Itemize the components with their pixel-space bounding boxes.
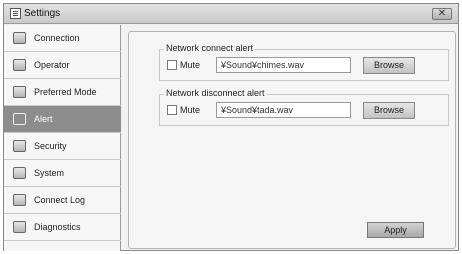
connect-browse-button[interactable]: Browse: [363, 57, 415, 74]
sidebar-item-diagnostics[interactable]: Diagnostics: [4, 214, 121, 241]
sidebar-item-label: Alert: [34, 114, 53, 124]
sidebar-item-operator[interactable]: Operator: [4, 52, 121, 79]
connect-mute-label: Mute: [180, 60, 201, 70]
sidebar-item-label: Diagnostics: [34, 222, 81, 232]
sidebar-item-label: Security: [34, 141, 67, 151]
disconnect-browse-button[interactable]: Browse: [363, 102, 415, 119]
window-icon: [10, 8, 21, 19]
diagnostics-icon: [13, 221, 26, 233]
sidebar-item-label: Preferred Mode: [34, 87, 97, 97]
disconnect-mute-checkbox[interactable]: [167, 105, 177, 115]
sidebar-item-security[interactable]: Security: [4, 133, 121, 160]
disconnect-alert-title: Network disconnect alert: [164, 88, 267, 98]
sidebar-item-label: Connection: [34, 33, 80, 43]
speaker-icon: [13, 113, 26, 125]
sidebar-item-label: Connect Log: [34, 195, 86, 205]
sidebar-item-connect-log[interactable]: Connect Log: [4, 187, 121, 214]
preferred-mode-icon: [13, 86, 26, 98]
connection-icon: [13, 32, 26, 44]
sidebar-item-system[interactable]: System: [4, 160, 121, 187]
connect-alert-title: Network connect alert: [164, 43, 256, 53]
connect-mute-checkbox[interactable]: [167, 60, 177, 70]
sidebar-item-label: Operator: [34, 60, 70, 70]
lock-icon: [13, 140, 26, 152]
system-icon: [13, 167, 26, 179]
alert-settings-panel: Network connect alert Mute Browse Networ…: [128, 31, 456, 249]
disconnect-mute-label: Mute: [180, 105, 201, 115]
sidebar-item-alert[interactable]: Alert: [4, 106, 121, 133]
settings-window: Settings ✕ Connection Operator Preferred…: [3, 3, 459, 251]
sidebar-item-connection[interactable]: Connection: [4, 25, 121, 52]
window-title: Settings: [24, 8, 61, 19]
log-icon: [13, 194, 26, 206]
sidebar-item-label: System: [34, 168, 65, 178]
sidebar-item-preferred-mode[interactable]: Preferred Mode: [4, 79, 121, 106]
connect-sound-path-input[interactable]: [216, 57, 351, 73]
title-bar: Settings ✕: [4, 4, 458, 24]
operator-icon: [13, 59, 26, 71]
apply-button[interactable]: Apply: [367, 222, 424, 238]
disconnect-sound-path-input[interactable]: [216, 102, 351, 118]
connect-alert-group: Network connect alert Mute Browse: [159, 43, 449, 81]
close-button[interactable]: ✕: [432, 8, 452, 20]
sidebar: Connection Operator Preferred Mode Alert…: [4, 25, 121, 251]
disconnect-alert-group: Network disconnect alert Mute Browse: [159, 88, 449, 126]
